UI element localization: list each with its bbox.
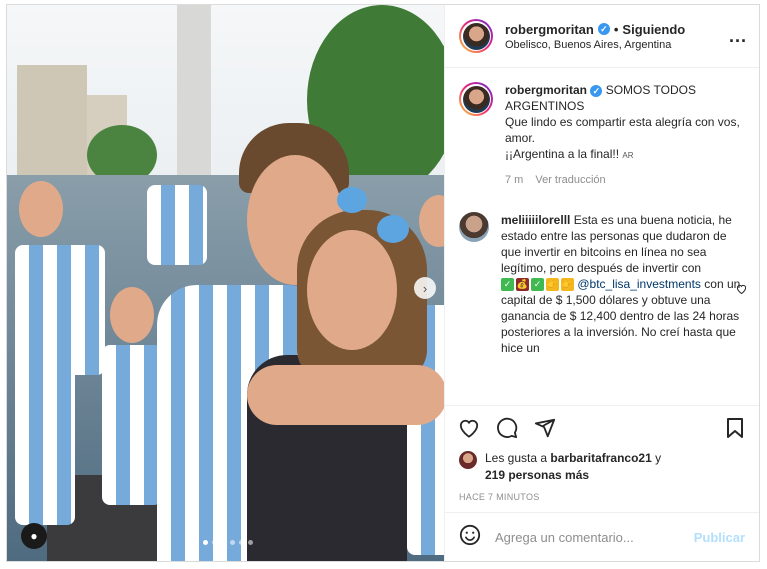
carousel-dot <box>203 540 208 545</box>
username-link[interactable]: robergmoritan <box>505 22 594 37</box>
pointing-hand-icon: 👉 <box>546 278 559 292</box>
publish-button[interactable]: Publicar <box>694 530 745 545</box>
following-button[interactable]: Siguiendo <box>622 22 685 37</box>
likes-text: Les gusta a barbaritafranco21 y 219 pers… <box>485 450 661 484</box>
caption-age: 7 m <box>505 174 524 186</box>
user-tag-button[interactable]: ● <box>21 523 47 549</box>
comment-item: meliiiiilorelll Esta es una buena notici… <box>459 212 745 356</box>
likes-prefix: Les gusta a <box>485 451 548 465</box>
more-options-button[interactable]: ... <box>729 26 747 47</box>
comment-icon[interactable] <box>495 416 519 440</box>
comment-username[interactable]: meliiiiilorelll <box>501 213 570 227</box>
post-timestamp: HACE 7 MINUTOS <box>459 492 540 502</box>
caption: robergmoritan ✓ SOMOS TODOS ARGENTINOS Q… <box>459 82 745 188</box>
obelisk <box>177 5 211 175</box>
avatar-image <box>462 22 490 50</box>
comments-area[interactable]: robergmoritan ✓ SOMOS TODOS ARGENTINOS Q… <box>445 68 759 405</box>
argentina-flag-icon: AR <box>622 151 634 160</box>
user-tag-icon: ● <box>30 529 38 543</box>
child-face <box>110 287 154 343</box>
post-header: robergmoritan ✓ • Siguiendo Obelisco, Bu… <box>445 5 759 68</box>
liker-avatar[interactable] <box>459 451 477 469</box>
woman-face <box>307 230 397 350</box>
likes-summary: Les gusta a barbaritafranco21 y 219 pers… <box>445 450 759 484</box>
carousel-dot <box>248 540 253 545</box>
carousel-dot <box>221 540 226 545</box>
caption-line2: Que lindo es compartir esta alegría con … <box>505 115 740 145</box>
caption-line3: ¡¡Argentina a la final!! <box>505 147 620 161</box>
hair-bow <box>377 215 409 243</box>
send-icon[interactable] <box>533 416 557 440</box>
avatar-image <box>462 85 490 113</box>
carousel-dots <box>203 540 253 545</box>
caption-username[interactable]: robergmoritan <box>505 83 587 97</box>
carousel-dot <box>239 540 244 545</box>
carousel-dot <box>212 540 217 545</box>
verified-icon: ✓ <box>590 85 603 97</box>
post-side-panel: robergmoritan ✓ • Siguiendo Obelisco, Bu… <box>444 5 759 561</box>
comment-emojis: ✓ 💰 ✓ 👉 👉 <box>501 278 574 292</box>
post-modal: › ● robergmoritan ✓ • Siguiendo Obelisco… <box>6 4 760 562</box>
action-bar <box>445 405 759 450</box>
building <box>17 65 87 175</box>
likes-count-link[interactable]: 219 personas más <box>485 468 589 482</box>
caption-body: robergmoritan ✓ SOMOS TODOS ARGENTINOS Q… <box>505 82 745 188</box>
hair-bow <box>337 187 367 213</box>
avatar-frame <box>461 84 491 114</box>
likes-joiner: y <box>655 451 662 465</box>
man-arm <box>247 365 444 425</box>
comment-mention-link[interactable]: @btc_lisa_investments <box>577 277 701 291</box>
header-username-row: robergmoritan ✓ • Siguiendo <box>505 22 729 37</box>
see-translation-button[interactable]: Ver traducción <box>535 172 605 188</box>
bookmark-icon[interactable] <box>723 416 747 440</box>
liker-username[interactable]: barbaritafranco21 <box>550 451 651 465</box>
chevron-right-icon: › <box>422 280 428 296</box>
check-mark-icon: ✓ <box>501 278 514 292</box>
fan-face <box>19 181 63 237</box>
smiley-icon[interactable] <box>459 524 481 551</box>
child-fan <box>15 345 75 525</box>
more-horizontal-icon: ... <box>728 25 747 46</box>
carousel-dot <box>230 540 235 545</box>
comment-like-icon[interactable] <box>736 283 747 297</box>
comment-avatar[interactable] <box>459 212 489 242</box>
child-fan <box>102 345 162 505</box>
avatar-frame <box>461 21 491 51</box>
add-comment-bar: Publicar <box>445 512 759 561</box>
pointing-hand-icon: 👉 <box>561 278 574 292</box>
money-bag-icon: 💰 <box>516 278 529 292</box>
header-text: robergmoritan ✓ • Siguiendo Obelisco, Bu… <box>505 22 729 51</box>
caption-avatar[interactable] <box>459 82 493 116</box>
comment-input[interactable] <box>493 528 694 546</box>
verified-icon: ✓ <box>597 23 610 35</box>
check-mark-icon: ✓ <box>531 278 544 292</box>
fan <box>147 185 207 265</box>
comment-body: meliiiiilorelll Esta es una buena notici… <box>501 212 743 356</box>
carousel-next-button[interactable]: › <box>414 277 436 299</box>
heart-icon[interactable] <box>457 416 481 440</box>
caption-meta: 7 m Ver traducción <box>505 172 745 188</box>
post-photo[interactable]: › ● <box>7 5 444 561</box>
avatar[interactable] <box>459 19 493 53</box>
separator-dot: • <box>613 21 619 37</box>
location-link[interactable]: Obelisco, Buenos Aires, Argentina <box>505 39 729 51</box>
